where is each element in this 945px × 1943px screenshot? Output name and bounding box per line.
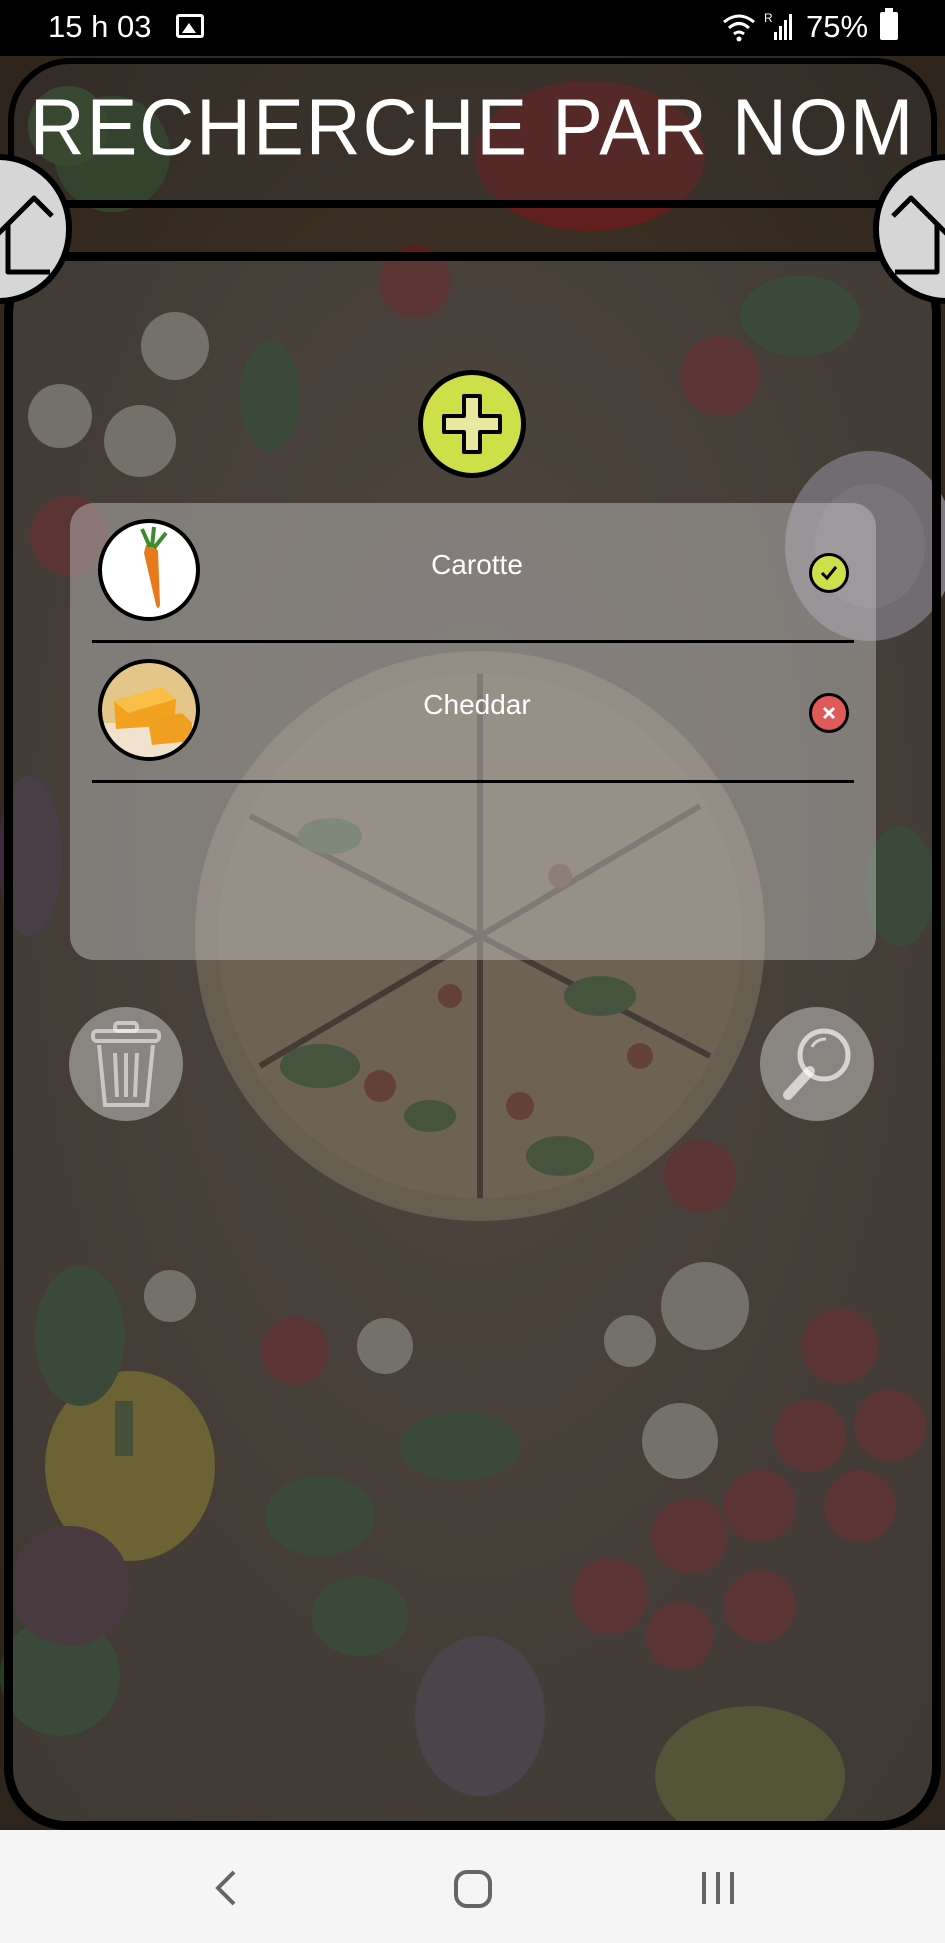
home-nav-button[interactable] bbox=[432, 1860, 512, 1916]
carrot-image bbox=[98, 519, 200, 621]
check-icon bbox=[820, 566, 838, 581]
plus-icon bbox=[442, 394, 502, 454]
cheese-image bbox=[98, 659, 200, 761]
magnifier-icon bbox=[783, 1028, 851, 1100]
ingredient-name: Carotte bbox=[431, 549, 523, 580]
search-button[interactable] bbox=[760, 1007, 874, 1121]
ingredient-status-toggle[interactable] bbox=[809, 553, 849, 593]
svg-text:R: R bbox=[764, 11, 773, 25]
system-nav-bar bbox=[0, 1830, 945, 1943]
status-bar: 15 h 03 R 75% bbox=[0, 0, 945, 56]
battery-icon bbox=[880, 8, 898, 40]
recent-apps-button[interactable] bbox=[680, 1860, 760, 1916]
status-time: 15 h 03 bbox=[48, 9, 152, 44]
trash-icon bbox=[91, 1021, 161, 1107]
delete-button[interactable] bbox=[69, 1007, 183, 1121]
home-circle-icon bbox=[454, 1870, 492, 1908]
list-item-cheddar[interactable]: Cheddar bbox=[92, 643, 854, 783]
battery-percent: 75% bbox=[806, 9, 869, 44]
ingredient-list: Carotte Cheddar bbox=[70, 503, 876, 960]
ingredient-name: Cheddar bbox=[423, 689, 531, 720]
back-button[interactable] bbox=[190, 1860, 270, 1916]
recent-apps-icon bbox=[702, 1872, 734, 1904]
add-ingredient-button[interactable] bbox=[418, 370, 526, 478]
gallery-icon bbox=[176, 14, 204, 38]
list-item-carotte[interactable]: Carotte bbox=[92, 503, 854, 643]
cross-icon bbox=[822, 706, 836, 720]
back-icon bbox=[215, 1870, 236, 1906]
page-title: RECHERCHE PAR NOM bbox=[29, 82, 916, 173]
ingredient-status-toggle[interactable] bbox=[809, 693, 849, 733]
home-icon bbox=[0, 195, 54, 275]
signal-icon: R bbox=[764, 11, 792, 40]
wifi-icon bbox=[723, 14, 755, 42]
divider bbox=[92, 780, 854, 783]
home-icon bbox=[891, 195, 945, 275]
